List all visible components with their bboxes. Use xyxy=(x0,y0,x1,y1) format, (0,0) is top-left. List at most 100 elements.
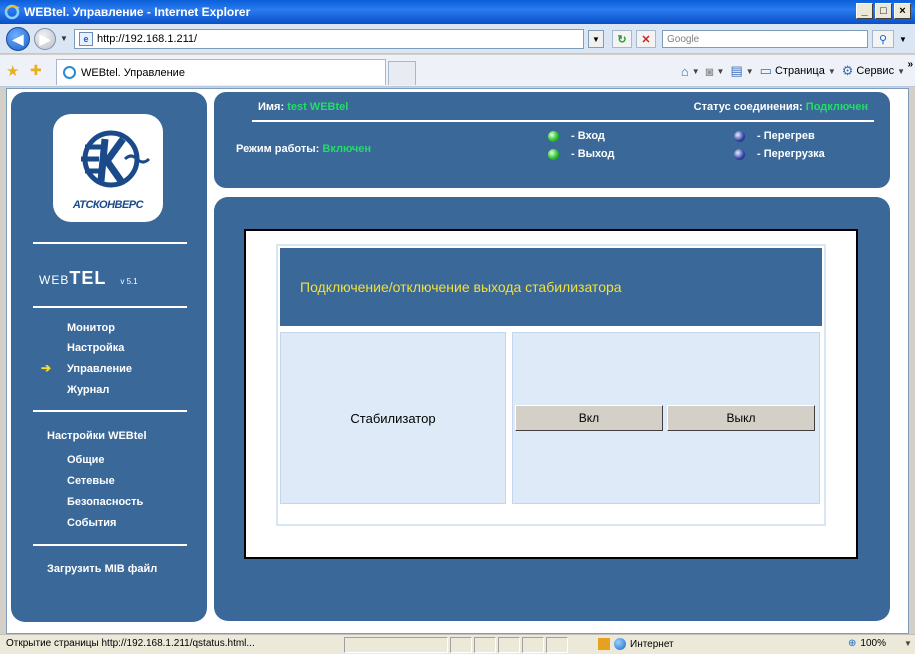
new-tab-button[interactable] xyxy=(388,61,416,85)
back-icon: ◀ xyxy=(12,30,24,47)
device-name-label: Имя: xyxy=(258,101,285,113)
legend-overload: - Перегрузка xyxy=(734,148,825,160)
refresh-icon: ↻ xyxy=(617,33,627,46)
search-button[interactable]: ⚲ xyxy=(872,30,894,48)
device-actions-cell: Вкл Выкл xyxy=(512,332,820,504)
stop-button[interactable]: ✕ xyxy=(636,30,656,48)
sidebar-item-monitor[interactable]: Монитор xyxy=(67,322,115,334)
zoom-icon: ⊕ xyxy=(848,638,857,649)
operating-mode-label: Режим работы: xyxy=(236,143,320,155)
connection-status-value: Подключен xyxy=(805,101,868,113)
page-viewport: АТСКОНВЕРС WEB TEL v 5.1 Монитор Настройк… xyxy=(6,88,909,634)
ie-logo-icon xyxy=(4,4,20,20)
sidebar-item-journal[interactable]: Журнал xyxy=(67,384,109,396)
more-commands-chevron-icon[interactable]: » xyxy=(907,59,913,70)
tools-gear-icon: ⚙ xyxy=(841,63,854,78)
connection-status-label: Статус соединения: xyxy=(693,101,803,113)
zoom-dropdown-icon: ▼ xyxy=(903,639,912,648)
control-form: Подключение/отключение выхода стабилизат… xyxy=(244,229,858,559)
page-menu-icon: ▭ xyxy=(759,63,772,78)
loading-icon xyxy=(63,66,76,79)
search-options-dropdown[interactable]: ▼ xyxy=(896,30,910,48)
legend-overheat: - Перегрев xyxy=(734,130,815,142)
turn-on-button[interactable]: Вкл xyxy=(515,405,663,431)
settings-item-general[interactable]: Общие xyxy=(67,454,105,466)
sidebar-item-settings[interactable]: Настройка xyxy=(67,342,124,354)
operating-mode-value: Включен xyxy=(322,143,372,155)
maximize-button[interactable]: □ xyxy=(875,3,892,19)
logo-text: АТСКОНВЕРС xyxy=(72,199,144,211)
security-zone[interactable]: Интернет xyxy=(598,638,674,650)
tools-menu-button[interactable]: ⚙ Сервис ▼ xyxy=(842,63,905,79)
stabilizer-label: Стабилизатор xyxy=(350,410,436,426)
home-icon: ⌂ xyxy=(680,63,689,79)
status-header-panel: Имя: test WEBtel Статус соединения: Подк… xyxy=(214,92,890,188)
page-menu-label: Страница xyxy=(774,65,825,77)
logo-k-mark-icon xyxy=(81,130,151,188)
turn-off-button[interactable]: Выкл xyxy=(667,405,815,431)
feeds-icon: ◙ xyxy=(705,63,714,79)
forward-icon: ▶ xyxy=(39,30,51,47)
refresh-button[interactable]: ↻ xyxy=(612,30,632,48)
status-pane xyxy=(546,637,568,653)
zoom-control[interactable]: ⊕ 100% ▼ xyxy=(848,638,912,649)
minimize-button[interactable]: _ xyxy=(856,3,873,19)
device-name-value: test WEBtel xyxy=(287,101,349,113)
device-name: Имя: test WEBtel xyxy=(258,101,348,113)
stop-icon: ✕ xyxy=(641,33,651,46)
add-favorites-icon[interactable]: ✚ xyxy=(30,62,42,79)
status-pane xyxy=(498,637,520,653)
divider xyxy=(33,544,187,546)
protected-mode-icon xyxy=(598,638,610,650)
search-icon: ⚲ xyxy=(878,33,888,46)
status-pane xyxy=(522,637,544,653)
status-pane xyxy=(474,637,496,653)
control-table: Подключение/отключение выхода стабилизат… xyxy=(276,244,826,526)
overheat-indicator-icon xyxy=(734,130,745,142)
sidebar-item-control[interactable]: Управление xyxy=(67,363,132,375)
tools-menu-label: Сервис xyxy=(856,65,895,77)
zoom-level: 100% xyxy=(860,638,886,649)
address-dropdown[interactable]: ▼ xyxy=(588,30,604,48)
recent-pages-dropdown[interactable]: ▼ xyxy=(60,34,68,43)
page-icon: e xyxy=(79,32,93,46)
atskonvers-logo: АТСКОНВЕРС xyxy=(53,114,163,222)
search-input[interactable]: Google xyxy=(662,30,868,48)
window-titlebar: WEBtel. Управление - Internet Explorer _… xyxy=(0,0,915,24)
globe-icon xyxy=(614,638,626,650)
left-nav-panel: АТСКОНВЕРС WEB TEL v 5.1 Монитор Настройк… xyxy=(11,92,207,622)
home-button[interactable]: ⌂ ▼ xyxy=(681,64,700,79)
input-indicator-icon xyxy=(548,130,559,142)
legend-overload-label: - Перегрузка xyxy=(757,148,825,160)
divider xyxy=(33,242,187,244)
product-name: WEB TEL v 5.1 xyxy=(39,268,138,289)
main-content-panel: Подключение/отключение выхода стабилизат… xyxy=(214,197,890,621)
settings-item-security[interactable]: Безопасность xyxy=(67,496,143,508)
status-pane xyxy=(344,637,448,653)
legend-overheat-label: - Перегрев xyxy=(757,130,815,142)
feeds-button[interactable]: ◙ ▼ xyxy=(706,64,725,79)
upload-mib-link[interactable]: Загрузить MIB файл xyxy=(47,563,157,575)
print-icon: ▤ xyxy=(730,63,743,78)
tab-title: WEBtel. Управление xyxy=(81,66,185,79)
output-indicator-icon xyxy=(548,148,559,160)
status-pane xyxy=(450,637,472,653)
page-menu-button[interactable]: ▭ Страница ▼ xyxy=(760,63,836,79)
page-title: Подключение/отключение выхода стабилизат… xyxy=(280,248,822,326)
settings-item-events[interactable]: События xyxy=(67,517,116,529)
command-bar: ⌂ ▼ ◙ ▼ ▤ ▼ ▭ Страница ▼ ⚙ Сервис ▼ xyxy=(681,63,905,79)
tab-webtel[interactable]: WEBtel. Управление xyxy=(56,59,386,85)
legend-input-label: - Вход xyxy=(571,130,605,142)
forward-button[interactable]: ▶ xyxy=(34,28,56,50)
settings-item-network[interactable]: Сетевые xyxy=(67,475,115,487)
legend-input: - Вход xyxy=(548,130,605,142)
close-button[interactable]: × xyxy=(894,3,911,19)
address-bar[interactable]: e http://192.168.1.211/ xyxy=(74,29,584,49)
print-button[interactable]: ▤ ▼ xyxy=(730,63,753,79)
product-version: v 5.1 xyxy=(120,277,138,286)
divider xyxy=(33,306,187,308)
back-button[interactable]: ◀ xyxy=(6,27,30,51)
favorites-star-icon[interactable]: ★ xyxy=(6,62,19,80)
browser-statusbar: Открытие страницы http://192.168.1.211/q… xyxy=(0,634,915,654)
legend-output-label: - Выход xyxy=(571,148,615,160)
